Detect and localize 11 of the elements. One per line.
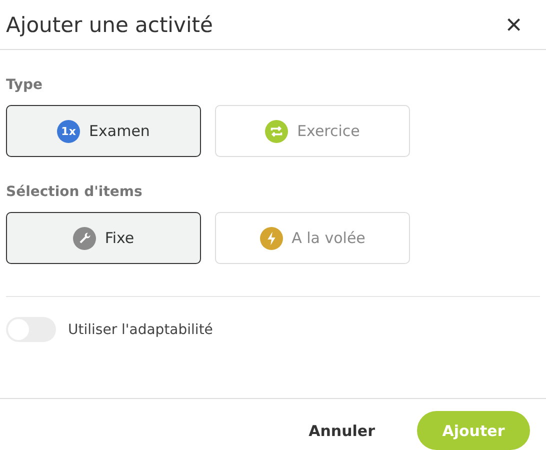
toggle-label: Utiliser l'adaptabilité [68, 322, 213, 338]
option-button[interactable]: Exercice [215, 105, 410, 157]
section-label: Sélection d'items [6, 184, 144, 200]
option-button[interactable]: 1x Examen [6, 105, 201, 157]
close-button[interactable]: × [506, 10, 522, 38]
cancel-button[interactable]: Annuler [286, 411, 397, 450]
section-label: Type [6, 77, 44, 93]
option-button[interactable]: Fixe [6, 212, 201, 264]
option-button[interactable]: A la volée [215, 212, 410, 264]
badge-icon: 1x [57, 120, 80, 142]
dialog-title: Ajouter une activité [6, 12, 213, 36]
